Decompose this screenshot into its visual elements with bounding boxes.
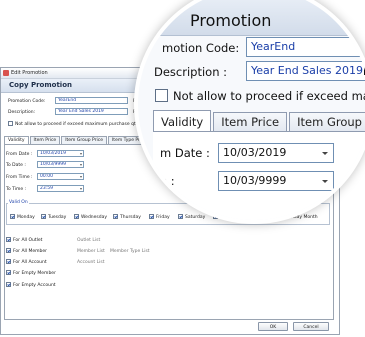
member-type-list-link[interactable]: Member Type List (110, 248, 150, 255)
checkbox-all-member[interactable] (6, 248, 11, 253)
option-empty-account[interactable]: For Empty Account (6, 282, 56, 289)
right-label-2: Pr (133, 110, 138, 115)
promotion-code-input[interactable]: YearEnd (55, 97, 128, 104)
magnifier-tab-validity[interactable]: Validity (153, 110, 212, 131)
day-tuesday[interactable]: Tuesday (41, 214, 66, 220)
not-allow-label: Not allow to proceed if exceed maximum p… (15, 122, 156, 127)
magnifier-description-label: Description : (154, 65, 228, 79)
option-label: For All Outlet (13, 238, 43, 243)
tab-strip: Validity Item Price Item Group Price Ite… (4, 136, 164, 144)
promotion-code-label: Promotion Code: (8, 99, 46, 104)
magnifier-to-date-label: e : (160, 174, 175, 188)
from-date-value: 10/03/2019 (40, 151, 66, 156)
tab-item-price[interactable]: Item Price (29, 136, 61, 144)
spinner-arrow-icon[interactable] (80, 176, 82, 178)
spinner-arrow-icon[interactable] (80, 188, 82, 190)
tab-item-group-price[interactable]: Item Group Price (61, 136, 107, 144)
magnifier-description-value: Year End Sales 2019 (251, 64, 363, 77)
dropdown-arrow-icon[interactable] (80, 153, 82, 155)
option-label: For All Account (13, 260, 47, 265)
magnifier-tab-item-group-price[interactable]: Item Group Price (289, 112, 365, 131)
to-time-value: 23:59 (40, 186, 53, 191)
from-date-label: From Date : (6, 152, 33, 157)
cancel-button[interactable]: Cancel (293, 322, 329, 331)
option-all-account[interactable]: For All Account (6, 259, 47, 266)
day-label: Tuesday (48, 215, 67, 220)
option-label: For Empty Member (13, 271, 56, 276)
magnifier-from-date-value: 10/03/2019 (223, 146, 287, 159)
day-label: Thursday (120, 215, 141, 220)
dropdown-arrow-icon[interactable] (80, 164, 82, 166)
day-monday[interactable]: Monday (10, 214, 35, 220)
magnifier-promotion-code-label: motion Code: (162, 41, 240, 55)
magnifier-promotion-code-input[interactable]: YearEnd (246, 37, 365, 57)
day-wednesday[interactable]: Wednesday (74, 214, 107, 220)
from-time-label: From Time : (6, 175, 33, 180)
member-list-link[interactable]: Member List (77, 248, 105, 255)
option-all-member[interactable]: For All Member (6, 248, 47, 255)
tab-validity[interactable]: Validity (4, 136, 29, 144)
from-date-input[interactable]: 10/03/2019 (37, 150, 84, 157)
from-time-value: 00:00 (40, 174, 53, 179)
checkbox-monday[interactable] (10, 214, 15, 219)
dropdown-arrow-icon[interactable] (322, 180, 328, 183)
description-input[interactable]: Year End Sales 2019 (55, 108, 128, 115)
outlet-list-link[interactable]: Outlet List (77, 237, 100, 244)
magnifier-title: Promotion (190, 11, 272, 30)
magnifier-from-date-input[interactable]: 10/03/2019 (218, 143, 334, 163)
magnifier-zoom: Promotion motion Code: YearEnd Descripti… (138, 0, 365, 220)
valid-on-title: Valid On (8, 200, 29, 205)
to-time-label: To Time : (6, 187, 27, 192)
to-time-input[interactable]: 23:59 (37, 185, 84, 192)
option-label: For Empty Account (13, 283, 56, 288)
checkbox-thursday[interactable] (113, 214, 118, 219)
checkbox-tuesday[interactable] (41, 214, 46, 219)
app-icon (3, 70, 9, 76)
option-label: For All Member (13, 249, 47, 254)
magnifier-not-allow-label: Not allow to proceed if exceed maximum p… (173, 89, 365, 103)
magnifier-from-date-label: m Date : (160, 146, 210, 160)
magnifier-tab-item-price[interactable]: Item Price (213, 112, 288, 131)
checkbox-empty-account[interactable] (6, 282, 11, 287)
option-all-outlet[interactable]: For All Outlet (6, 237, 42, 244)
to-date-label: To Date : (6, 163, 26, 168)
option-empty-member[interactable]: For Empty Member (6, 270, 56, 277)
window-title: Edit Promotion (11, 70, 48, 76)
to-date-value: 10/03/9999 (40, 162, 66, 167)
magnifier-to-date-value: 10/03/9999 (223, 174, 287, 187)
description-label: Description: (8, 110, 36, 115)
account-list-link[interactable]: Account List (77, 259, 104, 266)
day-thursday[interactable]: Thursday (113, 214, 141, 220)
checkbox-all-account[interactable] (6, 259, 11, 264)
magnifier-not-allow-checkbox[interactable] (155, 89, 168, 102)
checkbox-all-outlet[interactable] (6, 237, 11, 242)
checkbox-wednesday[interactable] (74, 214, 79, 219)
day-label: Wednesday (81, 215, 108, 220)
not-allow-checkbox[interactable] (8, 121, 13, 126)
checkbox-empty-member[interactable] (6, 270, 11, 275)
magnifier-description-input[interactable]: Year End Sales 2019 (246, 61, 365, 81)
magnifier-to-date-input[interactable]: 10/03/9999 (218, 171, 334, 191)
magnifier-tab-strip: Validity Item Price Item Group Price I (153, 110, 365, 131)
to-date-input[interactable]: 10/03/9999 (37, 161, 84, 168)
day-label: Monday (17, 215, 35, 220)
from-time-input[interactable]: 00:00 (37, 173, 84, 180)
ok-button[interactable]: OK (258, 322, 288, 331)
not-allow-checkbox-row[interactable]: Not allow to proceed if exceed maximum p… (8, 121, 156, 128)
dropdown-arrow-icon[interactable] (322, 152, 328, 155)
